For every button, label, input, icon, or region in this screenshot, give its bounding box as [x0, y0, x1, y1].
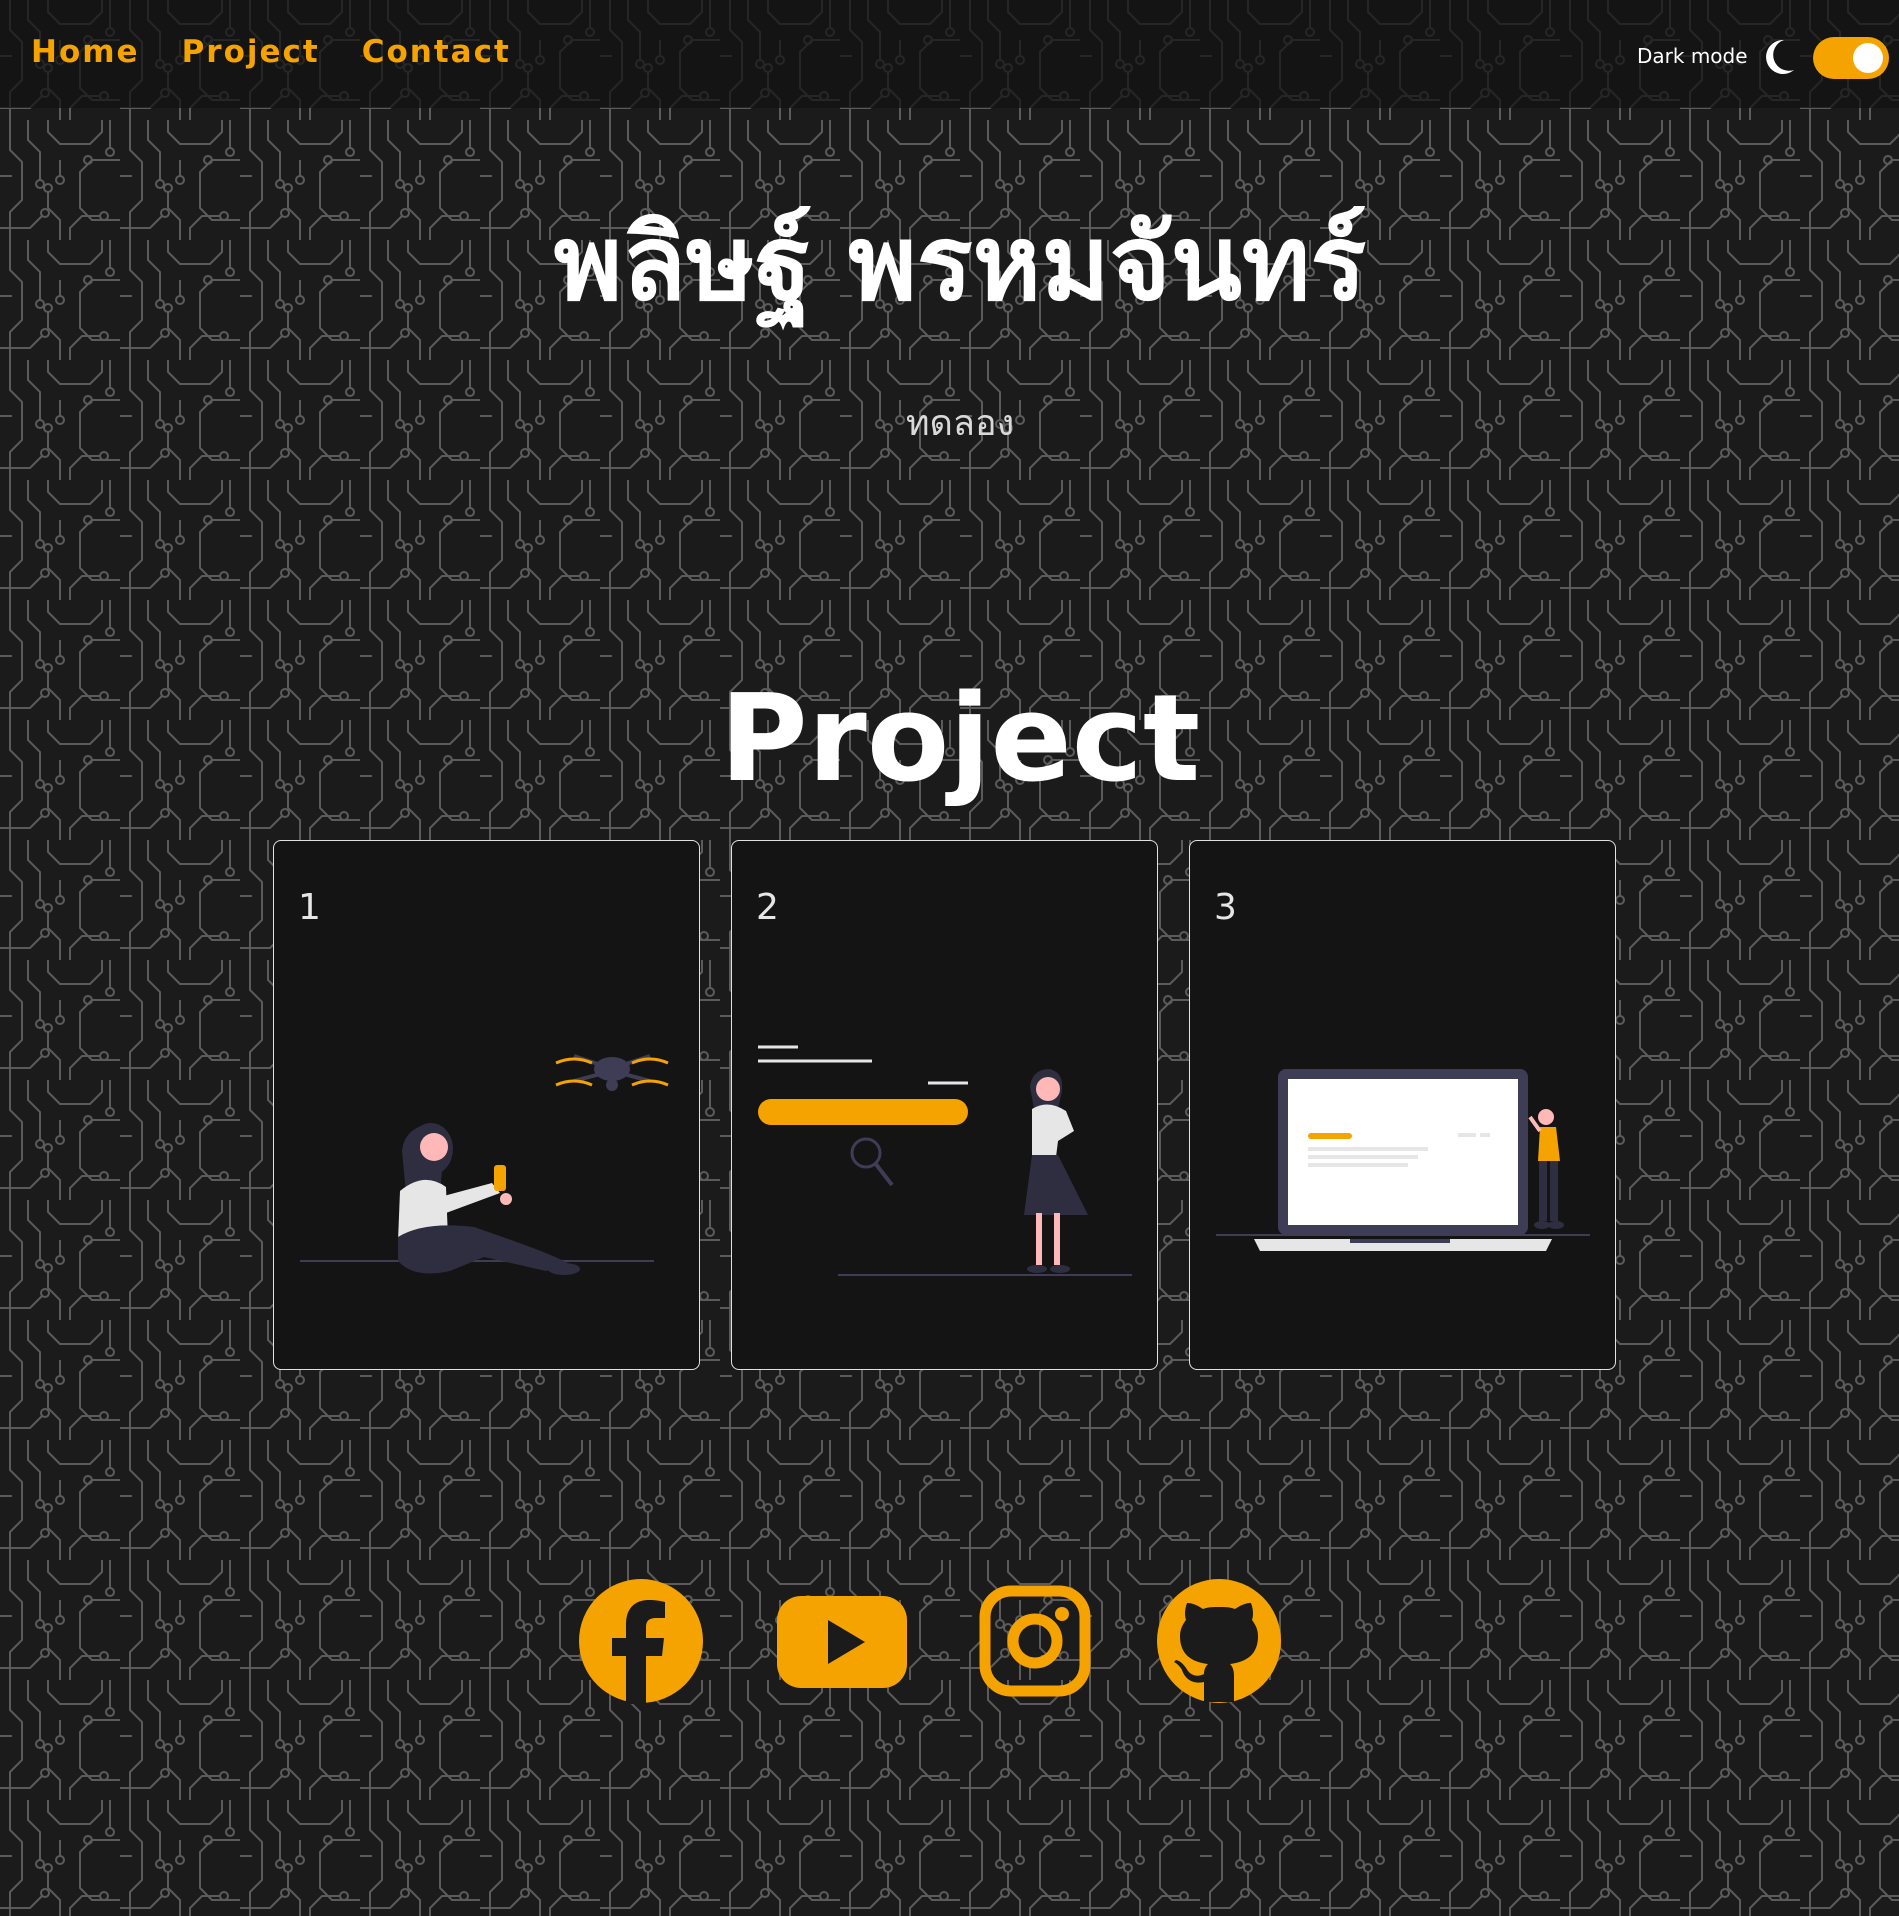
dark-mode-label: Dark mode: [1637, 44, 1748, 68]
social-icons: [0, 1578, 1899, 1708]
project-card-2[interactable]: 2: [731, 840, 1158, 1370]
nav-link-contact[interactable]: Contact: [362, 30, 511, 74]
facebook-icon[interactable]: [578, 1578, 704, 1704]
projects-title: Project: [719, 670, 1201, 809]
nav-link-project[interactable]: Project: [182, 30, 320, 74]
woman-laptop-presentation-illustration: [1216, 1069, 1590, 1251]
navbar: Home Project Contact Dark mode: [0, 0, 1899, 108]
instagram-icon[interactable]: [979, 1578, 1091, 1704]
woman-search-bar-illustration: [758, 1045, 1132, 1276]
nav-links: Home Project Contact: [31, 30, 553, 74]
woman-flying-drone-illustration: [300, 1054, 669, 1275]
project-card-1[interactable]: 1: [273, 840, 700, 1370]
project-card-3[interactable]: 3: [1189, 840, 1616, 1370]
youtube-icon[interactable]: [775, 1578, 909, 1704]
moon-icon: [1766, 39, 1794, 74]
toggle-knob: [1853, 43, 1883, 73]
dark-mode-toggle[interactable]: [1813, 37, 1889, 79]
hero-name: พลิษฐ์ พรหมจันทร์: [553, 202, 1367, 324]
hero-subtitle: ทดลอง: [905, 403, 1015, 444]
nav-link-home[interactable]: Home: [31, 30, 140, 74]
github-icon[interactable]: [1156, 1578, 1282, 1704]
